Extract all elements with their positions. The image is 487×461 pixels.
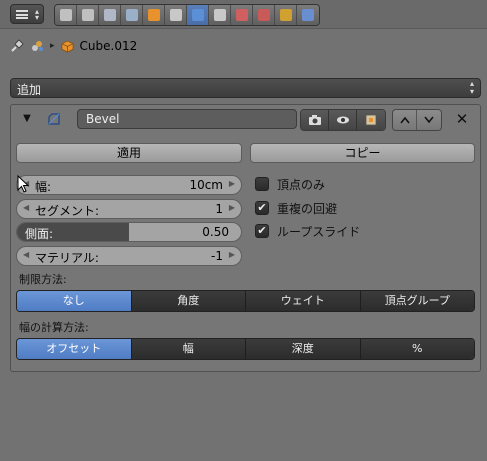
profile-slider[interactable]: 側面: 0.50 (16, 222, 242, 242)
add-modifier-dropdown[interactable]: 追加 ▴ ▾ (10, 78, 481, 98)
move-down-button[interactable] (417, 110, 441, 130)
width-label: 幅: (35, 180, 52, 194)
render-toggle[interactable] (301, 110, 329, 130)
editor-type-menu[interactable]: ▴ ▾ (10, 4, 44, 24)
profile-label: 側面: (25, 227, 54, 241)
object-icon (147, 9, 160, 21)
render-layers-icon (81, 9, 94, 21)
cube-object-icon (61, 40, 73, 52)
vertex-only-label: 頂点のみ (277, 177, 326, 192)
limit-method-option[interactable]: 頂点グループ (360, 291, 474, 311)
tab-scene[interactable] (99, 5, 121, 25)
scene-icon (103, 9, 116, 21)
apply-button[interactable]: 適用 (16, 143, 242, 163)
increment-arrow-icon[interactable]: ▶ (229, 250, 235, 259)
camera-icon (308, 115, 321, 125)
material-label: マテリアル: (35, 251, 99, 265)
arrow-down-icon (424, 116, 434, 124)
material-field[interactable]: ◀ マテリアル: -1 ▶ (16, 246, 242, 266)
mouse-cursor-icon (17, 175, 30, 193)
chevron-updown-icon: ▴ ▾ (469, 79, 474, 96)
copy-button[interactable]: コピー (250, 143, 475, 163)
tab-particles[interactable] (275, 5, 297, 25)
width-method-option[interactable]: 深度 (246, 339, 361, 359)
checkbox-box[interactable]: ✔ (255, 201, 269, 215)
material-value: -1 (211, 249, 223, 263)
breadcrumb: ▸ Cube.012 (10, 36, 137, 56)
physics-icon (302, 9, 314, 21)
tab-data-mesh[interactable] (209, 5, 231, 25)
tab-modifiers-wrench[interactable] (187, 5, 209, 25)
render-icon (59, 9, 72, 21)
decrement-arrow-icon[interactable]: ◀ (23, 203, 29, 212)
segments-field[interactable]: ◀ セグメント: 1 ▶ (16, 199, 242, 219)
constraints-icon (169, 9, 182, 21)
increment-arrow-icon[interactable]: ▶ (229, 203, 235, 212)
pin-icon[interactable] (10, 39, 24, 53)
eye-icon (336, 116, 349, 124)
vertex-only-checkbox[interactable]: 頂点のみ (255, 175, 325, 193)
material-icon (235, 9, 248, 21)
width-method-option[interactable]: 幅 (131, 339, 246, 359)
particles-icon (279, 9, 292, 21)
arrow-up-icon (399, 116, 410, 124)
width-field[interactable]: ◀ 幅: 10cm ▶ (16, 175, 242, 195)
collapse-triangle-icon[interactable]: ▼ (21, 113, 33, 125)
decrement-arrow-icon[interactable]: ◀ (23, 250, 29, 259)
world-icon (125, 9, 138, 21)
width-method-option[interactable]: % (360, 339, 474, 359)
tab-physics[interactable] (297, 5, 319, 25)
tab-constraints[interactable] (165, 5, 187, 25)
tab-render-layers[interactable] (77, 5, 99, 25)
move-buttons (392, 109, 442, 131)
profile-value: 0.50 (202, 225, 229, 239)
clamp-overlap-checkbox[interactable]: ✔ 重複の回避 (255, 199, 337, 217)
width-value: 10cm (189, 178, 223, 192)
checkbox-box[interactable]: ✔ (255, 224, 269, 238)
editmode-toggle[interactable] (357, 110, 385, 130)
properties-header: ▴ ▾ (0, 0, 487, 29)
add-modifier-label: 追加 (17, 83, 42, 97)
segments-value: 1 (215, 202, 223, 216)
tab-world[interactable] (121, 5, 143, 25)
context-tabs (54, 4, 320, 26)
limit-method-label: 制限方法: (19, 273, 67, 286)
tab-render[interactable] (55, 5, 77, 25)
tab-texture[interactable] (253, 5, 275, 25)
clamp-overlap-label: 重複の回避 (277, 201, 338, 216)
data-mesh-icon (213, 9, 226, 21)
width-method-option[interactable]: オフセット (17, 339, 132, 359)
object-data-icon (32, 41, 43, 51)
checkbox-box[interactable] (255, 177, 269, 191)
edit-mode-icon (365, 114, 377, 126)
loop-slide-checkbox[interactable]: ✔ ループスライド (255, 222, 360, 240)
limit-method-option[interactable]: 角度 (131, 291, 246, 311)
remove-modifier-close-icon[interactable]: ✕ (454, 111, 470, 127)
bevel-modifier-panel: ▼ Bevel ✕ 適用 コピー 幅: 10cm ▶ ◀ セグメント: 1 ▶ … (10, 104, 481, 372)
viewport-toggle[interactable] (329, 110, 357, 130)
tab-material[interactable] (231, 5, 253, 25)
object-name: Cube.012 (79, 39, 138, 53)
width-method-label: 幅の計算方法: (19, 321, 89, 334)
texture-icon (257, 9, 270, 21)
limit-method-option[interactable]: ウェイト (246, 291, 361, 311)
limit-method-option[interactable]: なし (17, 291, 132, 311)
segments-label: セグメント: (35, 204, 100, 218)
tab-object[interactable] (143, 5, 165, 25)
modifier-name-field[interactable]: Bevel (77, 109, 297, 129)
bevel-modifier-icon (48, 113, 60, 125)
chevron-updown-icon: ▴ ▾ (34, 7, 39, 22)
loop-slide-label: ループスライド (277, 224, 361, 239)
width-method-selector: オフセット幅深度% (16, 338, 475, 360)
breadcrumb-separator-icon: ▸ (50, 41, 55, 51)
move-up-button[interactable] (393, 110, 417, 130)
modifiers-wrench-icon (191, 9, 204, 21)
modifier-header: ▼ Bevel ✕ (11, 105, 480, 135)
limit-method-selector: なし 角度 ウェイト 頂点グループ (16, 290, 475, 312)
visibility-toggles (300, 109, 386, 131)
properties-editor-icon (16, 10, 28, 19)
increment-arrow-icon[interactable]: ▶ (229, 179, 235, 188)
